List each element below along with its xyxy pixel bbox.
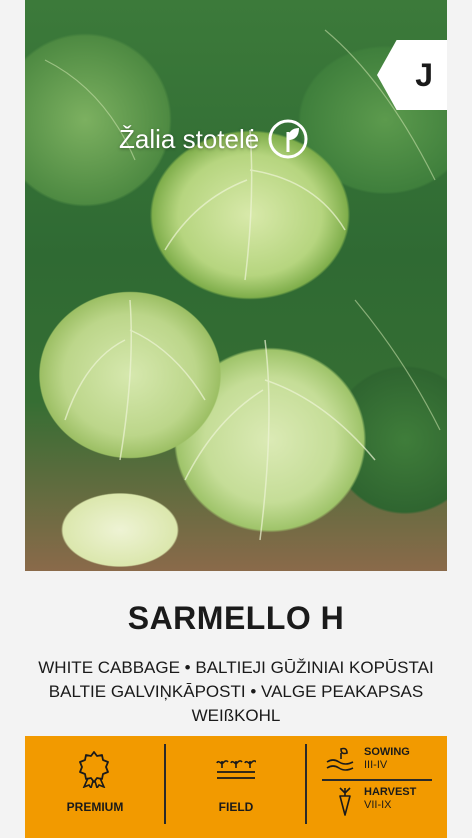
divider-2 xyxy=(305,744,307,824)
premium-label: PREMIUM xyxy=(66,800,124,814)
field-sprout-icon xyxy=(216,760,256,779)
product-title: SARMELLO H xyxy=(127,600,345,636)
divider-1 xyxy=(164,744,166,824)
leaf-logo-icon xyxy=(268,119,308,159)
field-label: FIELD xyxy=(218,800,254,814)
brand-name: Žalia stotelė xyxy=(119,123,260,154)
sowing-label: SOWING xyxy=(364,746,410,758)
subtitle-line-2: BALTIE GALVIŅKĀPOSTI • VALGE PEAKAPSAS xyxy=(48,682,424,701)
sowing-period: III-IV xyxy=(364,759,388,771)
sowing-info: SOWING III-IV xyxy=(364,746,410,772)
sowing-seed-icon xyxy=(326,747,354,771)
harvest-period: VII-IX xyxy=(364,799,392,811)
harvest-info: HARVEST VII-IX xyxy=(364,786,416,812)
harvest-carrot-icon xyxy=(339,787,351,816)
subtitle-line-3: WEIßKOHL xyxy=(191,706,281,725)
brand-logo-group: Žalia stotelė xyxy=(119,118,309,160)
premium-rosette-icon xyxy=(79,751,109,788)
subtitle-line-1: WHITE CABBAGE • BALTIEJI GŪŽINIAI KOPŪST… xyxy=(38,658,434,677)
info-bar: PREMIUM FIELD SOWING III-IV HARVEST VII-… xyxy=(25,736,447,838)
category-letter: J xyxy=(415,56,433,93)
harvest-label: HARVEST xyxy=(364,786,417,798)
sowing-harvest-divider xyxy=(322,779,432,781)
